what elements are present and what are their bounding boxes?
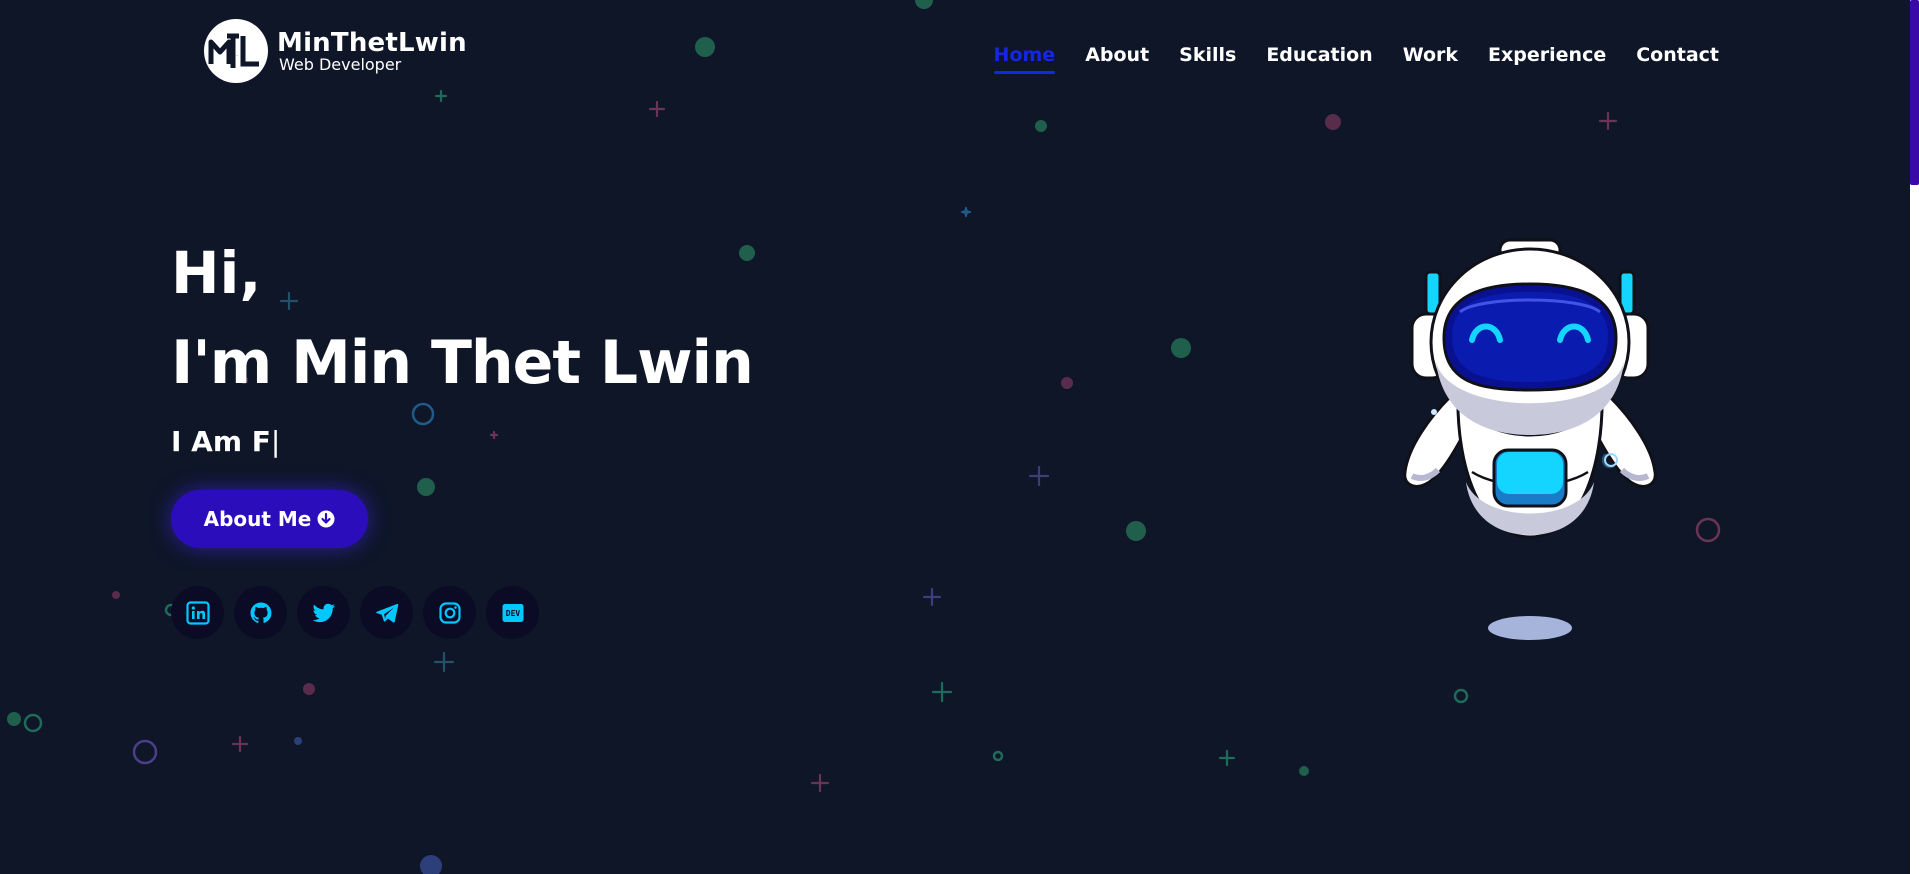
scrollbar-thumb[interactable] — [1910, 0, 1919, 185]
robot-shadow — [1488, 616, 1572, 640]
brand-logo-link[interactable]: MTL MinThetLwin Web Developer — [203, 18, 467, 84]
instagram-link[interactable] — [423, 586, 476, 639]
astronaut-robot-illustration — [1403, 238, 1657, 640]
nav-education[interactable]: Education — [1266, 44, 1372, 72]
page-scrollbar[interactable] — [1910, 0, 1919, 874]
about-me-button[interactable]: About Me — [171, 490, 368, 548]
brand-subtitle: Web Developer — [279, 55, 402, 74]
github-link[interactable] — [234, 586, 287, 639]
instagram-icon — [438, 601, 461, 624]
telegram-icon — [375, 603, 398, 623]
github-icon — [250, 602, 271, 623]
dev-icon-label: DEV — [505, 609, 520, 618]
hero-typed-text: I Am F| — [171, 422, 280, 462]
dev-link[interactable]: DEV — [486, 586, 539, 639]
nav-work[interactable]: Work — [1403, 44, 1458, 72]
typing-caret: | — [270, 425, 281, 458]
main-nav: Home About Skills Education Work Experie… — [993, 44, 1719, 74]
dev-icon: DEV — [502, 603, 523, 622]
telegram-link[interactable] — [360, 586, 413, 639]
monogram-logo-icon: MTL — [204, 19, 268, 83]
brand-name: MinThetLwin — [277, 28, 467, 58]
portfolio-page: MTL MinThetLwin Web Developer Home About… — [0, 0, 1919, 874]
nav-skills[interactable]: Skills — [1179, 44, 1236, 72]
about-me-label: About Me — [203, 507, 312, 531]
brand-text: MinThetLwin Web Developer — [277, 29, 467, 73]
social-links: DEV — [171, 586, 539, 639]
nav-contact[interactable]: Contact — [1636, 44, 1719, 72]
arrow-down-circle-icon — [317, 510, 335, 528]
nav-about[interactable]: About — [1085, 44, 1149, 72]
nav-experience[interactable]: Experience — [1488, 44, 1606, 72]
twitter-icon — [312, 603, 335, 622]
linkedin-icon — [185, 600, 210, 625]
typed-role-text: I Am F — [171, 425, 271, 458]
twitter-link[interactable] — [297, 586, 350, 639]
nav-home[interactable]: Home — [993, 44, 1055, 74]
hero-greeting: Hi, — [171, 239, 262, 307]
hero-name: I'm Min Thet Lwin — [171, 328, 754, 398]
linkedin-link[interactable] — [171, 586, 224, 639]
